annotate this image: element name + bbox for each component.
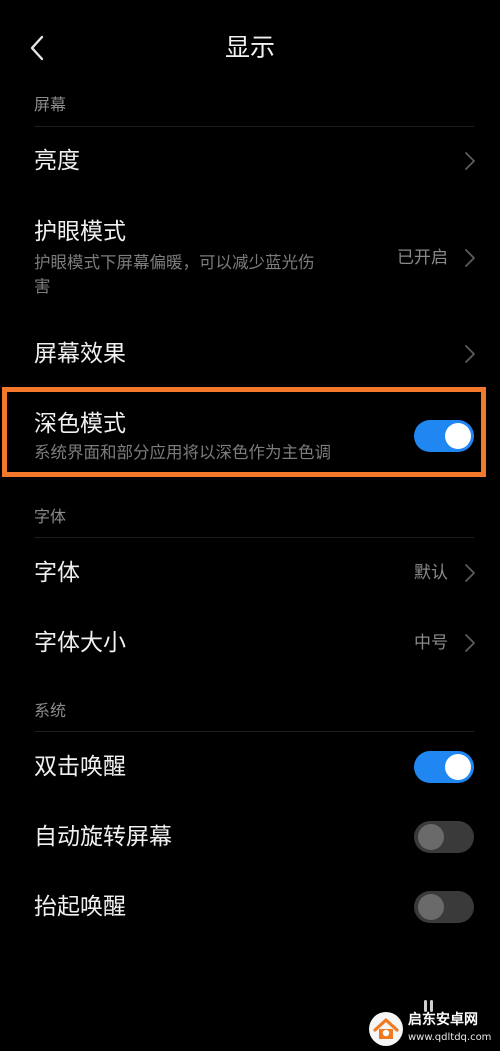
watermark-url: www.qdltdq.com <box>408 1032 492 1043</box>
house-logo-icon <box>369 1012 403 1046</box>
setting-description-cont: 害 <box>34 277 51 296</box>
setting-row-raise-to-wake[interactable]: 抬起唤醒 <box>0 874 500 940</box>
dark-mode-toggle[interactable] <box>414 420 474 452</box>
watermark-title: 启东安卓网 <box>408 1012 478 1028</box>
divider <box>34 126 474 127</box>
setting-row-screen-effect[interactable]: 屏幕效果 <box>0 322 500 386</box>
section-label-system: 系统 <box>34 701 67 720</box>
setting-title: 自动旋转屏幕 <box>34 824 172 850</box>
chevron-right-icon <box>465 634 475 652</box>
chevron-right-icon <box>465 564 475 582</box>
setting-title: 双击唤醒 <box>34 754 126 780</box>
setting-row-font[interactable]: 字体 默认 <box>0 540 500 606</box>
auto-rotate-toggle[interactable] <box>414 821 474 853</box>
setting-description: 护眼模式下屏幕偏暖，可以减少蓝光伤 <box>34 253 315 272</box>
partial-glyph-icon <box>424 1000 433 1012</box>
chevron-right-icon <box>465 345 475 363</box>
section-label-screen: 屏幕 <box>34 95 67 114</box>
setting-value: 默认 <box>414 563 448 583</box>
setting-description: 系统界面和部分应用将以深色作为主色调 <box>34 443 331 462</box>
toggle-knob <box>445 754 471 780</box>
setting-value: 已开启 <box>397 248 448 268</box>
setting-title: 字体大小 <box>34 630 126 656</box>
setting-title: 护眼模式 <box>34 219 126 245</box>
setting-row-eye-care[interactable]: 护眼模式 护眼模式下屏幕偏暖，可以减少蓝光伤 害 已开启 <box>0 206 500 310</box>
page-title: 显示 <box>224 33 275 62</box>
raise-to-wake-toggle[interactable] <box>414 891 474 923</box>
setting-value: 中号 <box>414 633 448 653</box>
setting-title: 屏幕效果 <box>34 341 126 367</box>
toggle-knob <box>418 894 444 920</box>
setting-title: 字体 <box>34 560 80 586</box>
setting-title: 亮度 <box>34 148 80 174</box>
chevron-right-icon <box>465 152 475 170</box>
setting-row-double-tap-wake[interactable]: 双击唤醒 <box>0 734 500 800</box>
toggle-knob <box>445 423 471 449</box>
setting-row-brightness[interactable]: 亮度 <box>0 128 500 194</box>
setting-title: 深色模式 <box>34 411 126 437</box>
section-label-font: 字体 <box>34 507 67 526</box>
site-watermark: 启东安卓网 www.qdltdq.com <box>364 1009 498 1049</box>
toggle-knob <box>418 824 444 850</box>
setting-row-dark-mode[interactable]: 深色模式 系统界面和部分应用将以深色作为主色调 <box>0 390 500 474</box>
top-bar: 显示 <box>0 0 500 96</box>
divider <box>34 537 474 538</box>
chevron-right-icon <box>465 249 475 267</box>
setting-row-auto-rotate[interactable]: 自动旋转屏幕 <box>0 804 500 870</box>
double-tap-wake-toggle[interactable] <box>414 751 474 783</box>
setting-title: 抬起唤醒 <box>34 894 126 920</box>
divider <box>34 731 474 732</box>
setting-row-font-size[interactable]: 字体大小 中号 <box>0 610 500 676</box>
